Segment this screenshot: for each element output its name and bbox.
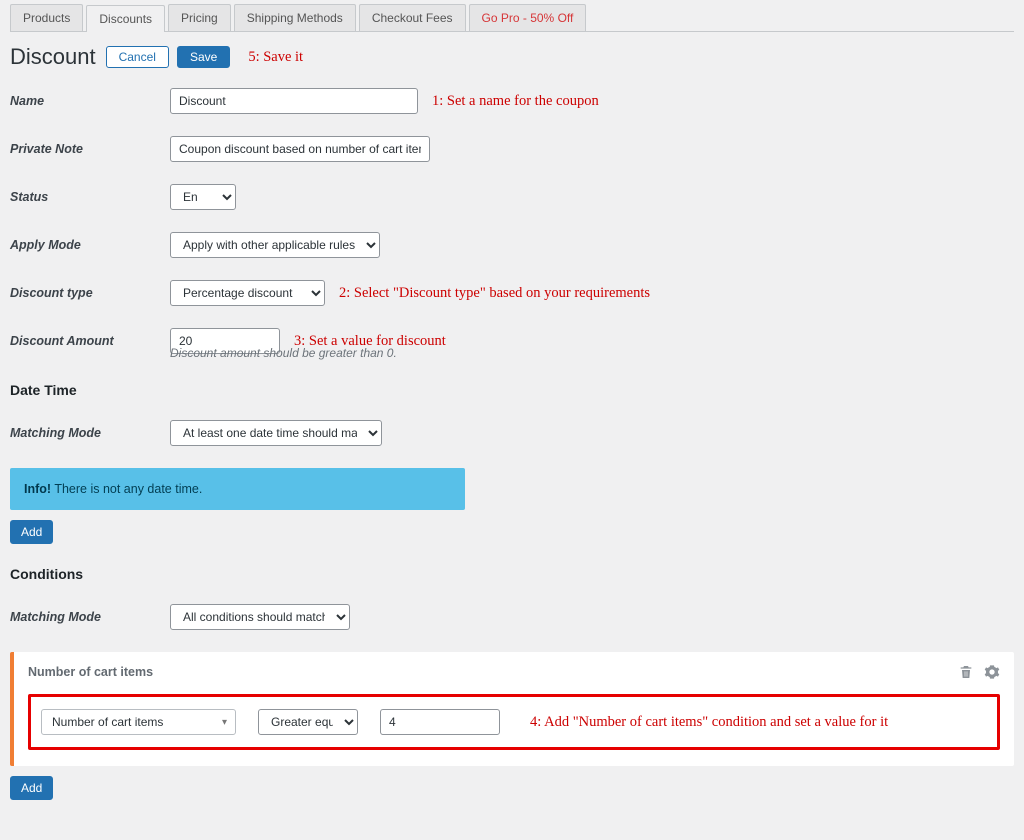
label-status: Status	[10, 190, 170, 204]
tab-shipping-methods[interactable]: Shipping Methods	[234, 4, 356, 31]
label-name: Name	[10, 94, 170, 108]
discount-type-select[interactable]: Percentage discount	[170, 280, 325, 306]
discount-amount-hint: Discount amount should be greater than 0…	[170, 346, 1014, 360]
tab-checkout-fees[interactable]: Checkout Fees	[359, 4, 466, 31]
gear-icon[interactable]	[984, 664, 1000, 680]
cancel-button[interactable]: Cancel	[106, 46, 169, 68]
section-conditions: Conditions	[10, 566, 1014, 582]
page-title: Discount	[10, 44, 96, 70]
save-button[interactable]: Save	[177, 46, 230, 68]
add-condition-button[interactable]: Add	[10, 776, 53, 800]
name-input[interactable]	[170, 88, 418, 114]
annotation-name: 1: Set a name for the coupon	[432, 93, 599, 110]
trash-icon[interactable]	[958, 664, 974, 680]
condition-title: Number of cart items	[28, 665, 153, 679]
info-text: There is not any date time.	[51, 482, 202, 496]
condition-field-select[interactable]: Number of cart items	[41, 709, 236, 735]
label-cond-matching-mode: Matching Mode	[10, 610, 170, 624]
date-time-info-alert: Info! There is not any date time.	[10, 468, 465, 510]
label-private-note: Private Note	[10, 142, 170, 156]
add-date-time-button[interactable]: Add	[10, 520, 53, 544]
tab-go-pro[interactable]: Go Pro - 50% Off	[469, 4, 587, 31]
apply-mode-select[interactable]: Apply with other applicable rules	[170, 232, 380, 258]
condition-body-highlight: Number of cart items Greater equal to 4:…	[28, 694, 1000, 750]
annotation-discount-type: 2: Select "Discount type" based on your …	[339, 285, 650, 302]
info-label: Info!	[24, 482, 51, 496]
condition-value-input[interactable]	[380, 709, 500, 735]
annotation-save: 5: Save it	[248, 49, 303, 66]
tab-discounts[interactable]: Discounts	[86, 5, 165, 32]
section-date-time: Date Time	[10, 382, 1014, 398]
condition-card: Number of cart items Number of cart item…	[10, 652, 1014, 766]
tab-pricing[interactable]: Pricing	[168, 4, 231, 31]
nav-tabs: Products Discounts Pricing Shipping Meth…	[10, 4, 1014, 32]
dt-matching-mode-select[interactable]: At least one date time should match	[170, 420, 382, 446]
tab-products[interactable]: Products	[10, 4, 83, 31]
cond-matching-mode-select[interactable]: All conditions should match	[170, 604, 350, 630]
label-discount-type: Discount type	[10, 286, 170, 300]
annotation-condition: 4: Add "Number of cart items" condition …	[530, 714, 888, 731]
condition-operator-select[interactable]: Greater equal to	[258, 709, 358, 735]
label-dt-matching-mode: Matching Mode	[10, 426, 170, 440]
label-apply-mode: Apply Mode	[10, 238, 170, 252]
label-discount-amount: Discount Amount	[10, 334, 170, 348]
private-note-input[interactable]	[170, 136, 430, 162]
status-select[interactable]: Enabled	[170, 184, 236, 210]
